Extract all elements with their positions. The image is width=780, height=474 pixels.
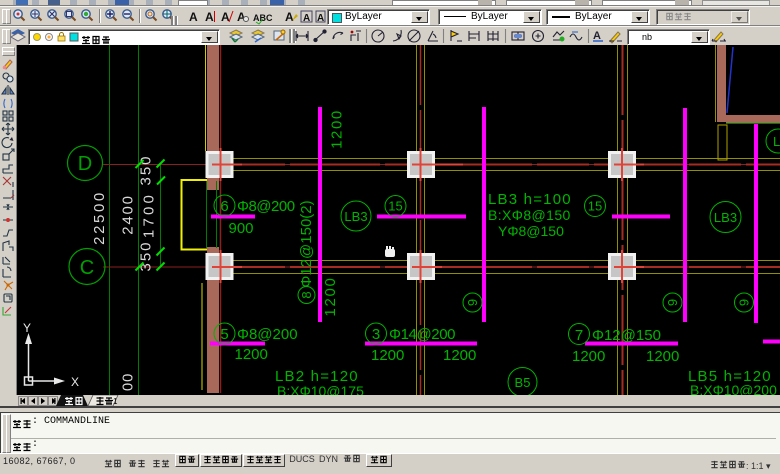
svg-text:9: 9 [465, 299, 480, 306]
svg-text:A: A [189, 10, 198, 24]
svg-text:1: 1 [113, 397, 118, 406]
svg-text:6: 6 [220, 198, 228, 215]
svg-text:1200: 1200 [235, 346, 268, 363]
svg-text:Φ14@200: Φ14@200 [389, 326, 455, 343]
svg-text:00: 00 [120, 373, 137, 391]
svg-text:LB3 h=100: LB3 h=100 [488, 191, 572, 208]
svg-text:A: A [303, 13, 310, 24]
svg-text:2400: 2400 [120, 194, 137, 235]
svg-text:A: A [205, 10, 214, 24]
svg-text:1200: 1200 [572, 348, 605, 365]
svg-text:D: D [78, 153, 92, 175]
svg-text:9: 9 [665, 299, 680, 306]
svg-text:3: 3 [372, 326, 380, 343]
svg-text:900: 900 [229, 220, 254, 237]
svg-text:1700: 1700 [141, 192, 158, 238]
svg-text:YΦ8@150: YΦ8@150 [498, 223, 564, 239]
svg-text:Φ8@200: Φ8@200 [237, 198, 295, 215]
svg-text:1200: 1200 [329, 109, 346, 149]
svg-text:15: 15 [588, 199, 602, 214]
svg-text:1200: 1200 [322, 276, 339, 316]
svg-text:7: 7 [575, 327, 583, 344]
svg-text:1200: 1200 [646, 348, 679, 365]
svg-text:A: A [317, 13, 324, 24]
svg-text:C: C [80, 257, 94, 279]
svg-text:22500: 22500 [91, 190, 108, 245]
svg-text:Y: Y [23, 321, 31, 335]
svg-text:Φ12@150: Φ12@150 [592, 327, 661, 344]
svg-text:A: A [221, 10, 230, 24]
svg-text:B5: B5 [515, 375, 531, 390]
svg-text:B:XΦ10@175: B:XΦ10@175 [277, 383, 364, 395]
svg-text:Φ12@150(2): Φ12@150(2) [298, 200, 315, 287]
svg-text:B:XΦ8@150: B:XΦ8@150 [488, 207, 571, 223]
svg-text:LB3: LB3 [714, 210, 737, 225]
svg-text:Φ8@200: Φ8@200 [237, 326, 298, 343]
svg-text:8: 8 [299, 291, 314, 298]
svg-text:15: 15 [388, 199, 402, 214]
svg-text:9: 9 [737, 299, 752, 306]
svg-text:1200: 1200 [371, 347, 404, 364]
svg-text:A: A [285, 10, 294, 24]
svg-text:B:XΦ10@200: B:XΦ10@200 [690, 382, 777, 395]
svg-text:1200: 1200 [443, 347, 476, 364]
svg-text:5: 5 [220, 326, 228, 343]
svg-text:LB: LB [773, 134, 780, 149]
svg-text:X: X [71, 375, 79, 389]
svg-text:ABC: ABC [253, 13, 273, 23]
svg-text:350: 350 [138, 154, 155, 185]
svg-text:LB3: LB3 [344, 209, 367, 224]
